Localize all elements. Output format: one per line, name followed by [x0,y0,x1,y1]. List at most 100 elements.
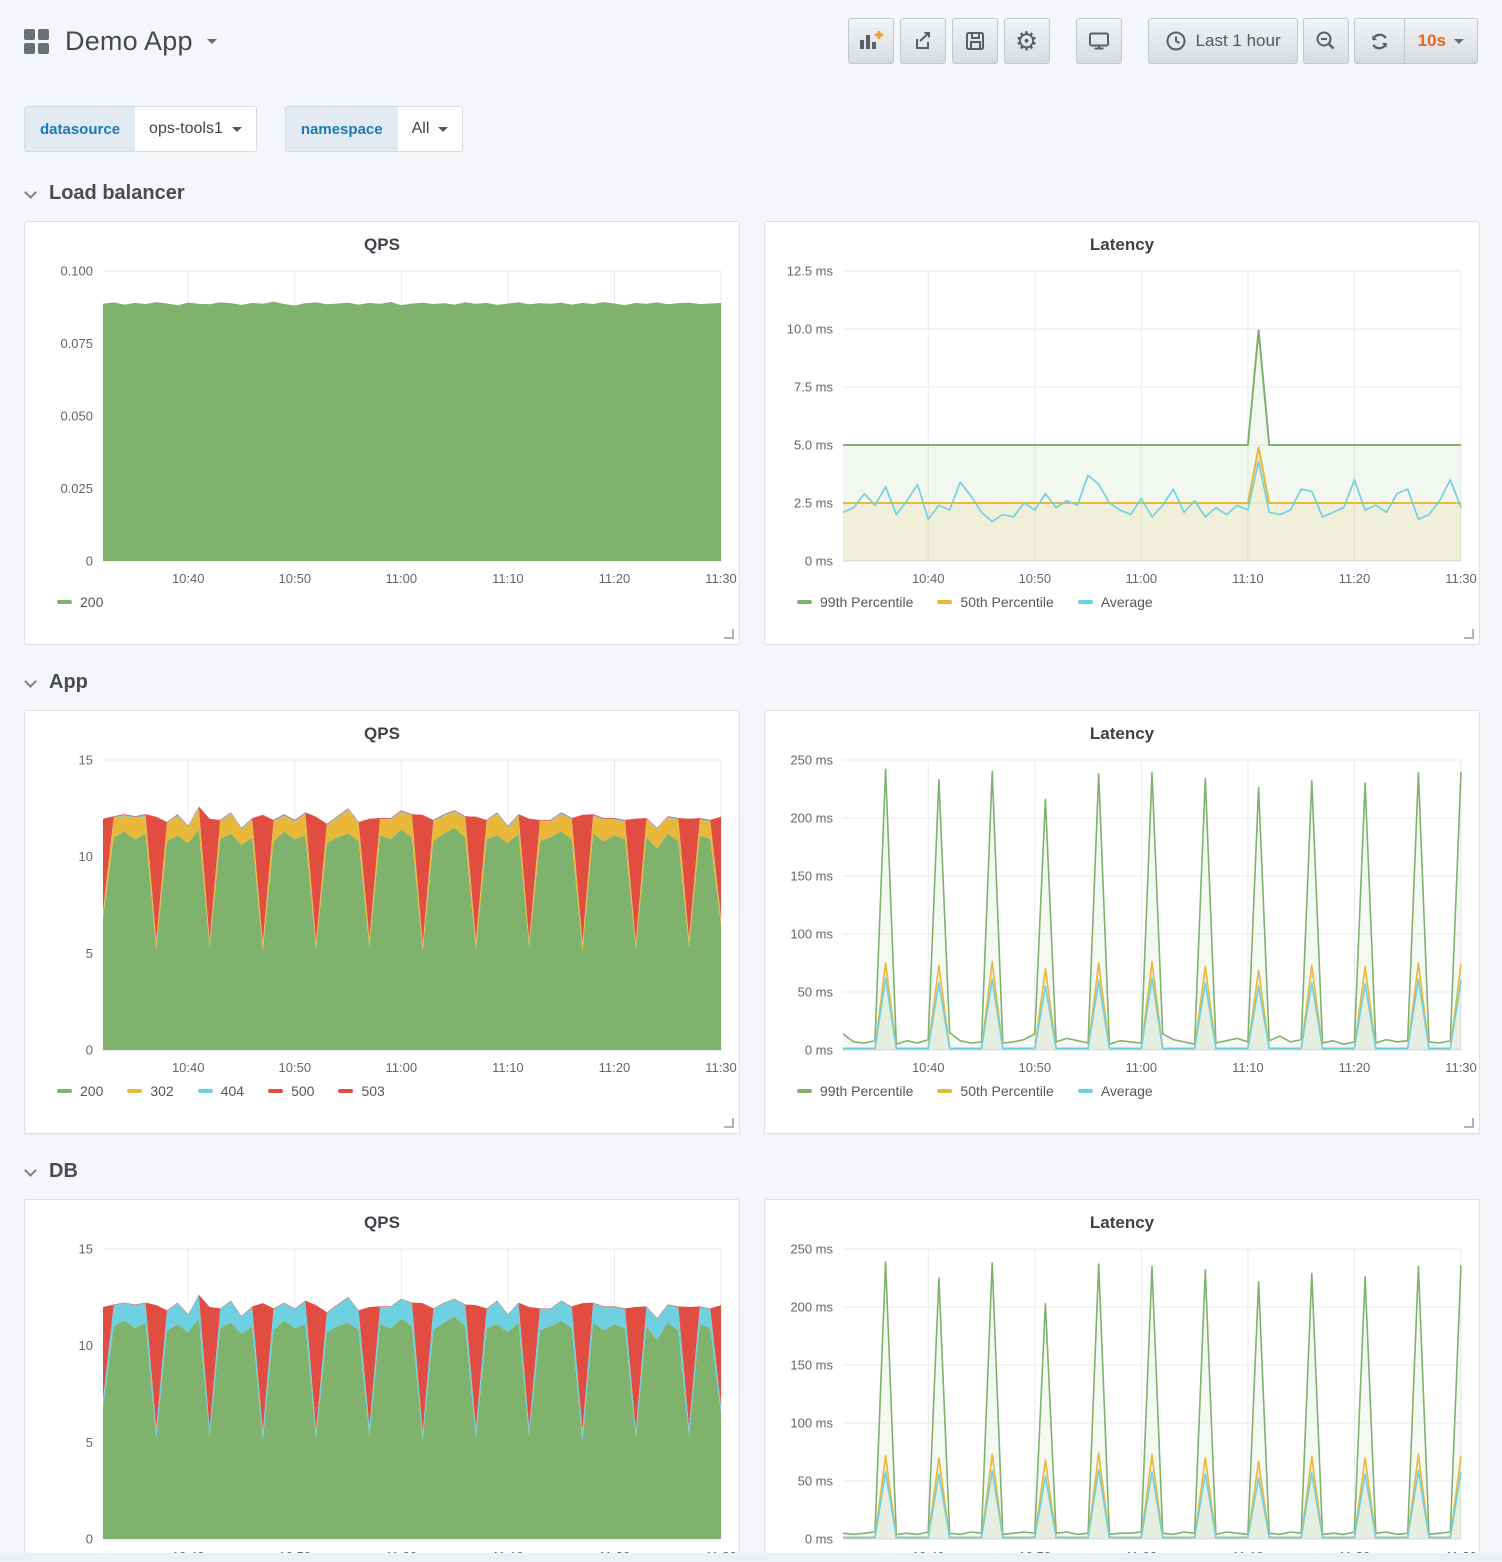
legend-item[interactable]: 200 [57,594,103,610]
panel-app-latency: Latency 0 ms 50 ms 100 ms 150 ms 200 ms 250 m… [764,710,1480,1134]
tv-mode-button[interactable] [1075,18,1122,64]
panel-title[interactable]: Latency [765,1200,1479,1237]
svg-text:11:30: 11:30 [705,1060,737,1075]
svg-text:5: 5 [86,1435,93,1450]
refresh-icon [1368,30,1391,53]
legend-item[interactable]: Average [1077,594,1153,610]
refresh-interval-dropdown[interactable]: 10s [1403,19,1477,63]
svg-text:50 ms: 50 ms [798,1474,834,1489]
svg-text:10:40: 10:40 [172,1060,205,1075]
bottom-strip [0,1553,1502,1562]
panel-resize-handle[interactable] [1464,1118,1474,1128]
app-qps-chart[interactable]: 0 5 10 15 10:40 10:50 11:00 11:10 11:20 11:30 [25,748,739,1080]
lb-latency-chart[interactable]: 0 ms 2.5 ms 5.0 ms 7.5 ms 10.0 ms 12.5 ms 10:4… [765,259,1479,591]
datasource-value-dropdown[interactable]: ops-tools1 [135,107,256,151]
legend-label: 503 [361,1083,385,1099]
namespace-variable: namespace All [284,106,464,152]
app-latency-chart[interactable]: 0 ms 50 ms 100 ms 150 ms 200 ms 250 ms 10:40 10… [765,748,1479,1080]
zoom-out-button[interactable] [1302,18,1349,64]
panel-resize-handle[interactable] [1464,629,1474,639]
svg-text:0: 0 [86,554,93,569]
lb-qps-chart[interactable]: 0 0.025 0.050 0.075 0.100 10:40 10:50 11:00 11:1… [25,259,739,591]
legend-item[interactable]: 302 [127,1083,174,1099]
svg-text:11:20: 11:20 [599,571,631,586]
row-header-load-balancer[interactable]: Load balancer [0,156,1502,221]
panel-title[interactable]: QPS [25,1200,739,1237]
panels-row-db: QPS 05101510:4010:5011:0011:1011:2011:30… [0,1199,1502,1562]
legend-item[interactable]: 99th Percentile [797,1083,913,1099]
panel-db-qps: QPS 05101510:4010:5011:0011:1011:2011:30 [24,1199,740,1562]
svg-text:11:00: 11:00 [1126,1060,1158,1075]
panel-resize-handle[interactable] [724,629,734,639]
time-range-label: Last 1 hour [1195,31,1281,50]
svg-text:2.5 ms: 2.5 ms [794,496,834,511]
dashboard-title-caret-icon[interactable] [206,38,217,44]
datasource-variable: datasource ops-tools1 [24,106,257,152]
svg-text:10:50: 10:50 [1019,1060,1052,1075]
panel-resize-handle[interactable] [724,1118,734,1128]
legend-swatch [937,1089,953,1093]
share-button[interactable] [899,18,946,64]
svg-text:5: 5 [86,946,93,961]
panel-title[interactable]: QPS [25,222,739,259]
navbar: Demo App ⚙ Last 1 hour 10s [0,0,1502,82]
svg-text:150 ms: 150 ms [790,1358,833,1373]
panel-lb-latency: Latency 0 ms 2.5 ms 5.0 ms 7.5 ms 10.0 ms 12.… [764,221,1480,645]
row-header-db[interactable]: DB [0,1134,1502,1199]
svg-text:11:10: 11:10 [1232,571,1264,586]
legend-label: 404 [220,1083,245,1099]
svg-text:7.5 ms: 7.5 ms [794,380,834,395]
dashboard-title[interactable]: Demo App [65,26,193,57]
add-panel-button[interactable] [847,18,894,64]
db-latency-chart[interactable]: 0 ms50 ms100 ms150 ms200 ms250 ms10:4010… [765,1237,1479,1562]
db-qps-chart[interactable]: 05101510:4010:5011:0011:1011:2011:30 [25,1237,739,1562]
dashboard-grid-icon[interactable] [24,28,49,54]
panel-title[interactable]: QPS [25,711,739,748]
save-button[interactable] [951,18,998,64]
row-header-app[interactable]: App [0,645,1502,710]
legend-label: 200 [80,594,104,610]
legend-label: 500 [291,1083,315,1099]
legend-label: 50th Percentile [960,1083,1054,1099]
svg-text:11:20: 11:20 [599,1060,631,1075]
svg-text:10:50: 10:50 [279,571,312,586]
panel-db-latency: Latency 0 ms 50 ms 100 ms 150 ms 200 ms 250 m… [764,1199,1480,1562]
svg-text:15: 15 [79,1242,93,1257]
legend: 200 [25,594,739,610]
legend-swatch [127,1089,143,1093]
template-variables: datasource ops-tools1 namespace All [0,82,1502,156]
legend-item[interactable]: Average [1077,1083,1153,1099]
legend-item[interactable]: 404 [197,1083,245,1099]
legend-item[interactable]: 50th Percentile [937,1083,1054,1099]
legend-swatch [797,1089,812,1093]
refresh-button[interactable] [1355,19,1404,63]
legend-item[interactable]: 99th Percentile [797,594,913,610]
legend-item[interactable]: 200 [57,1083,103,1099]
svg-text:10: 10 [79,849,93,864]
legend-label: 200 [80,1083,104,1099]
time-range-picker[interactable]: Last 1 hour [1147,18,1298,64]
svg-text:11:00: 11:00 [386,571,418,586]
legend-swatch [57,600,72,604]
legend-swatch [1077,600,1093,604]
legend-item[interactable]: 503 [338,1083,385,1099]
datasource-label: datasource [25,107,136,151]
svg-text:50 ms: 50 ms [798,985,834,1000]
settings-button[interactable]: ⚙ [1003,18,1050,64]
svg-text:200 ms: 200 ms [790,811,833,826]
panel-title[interactable]: Latency [765,711,1479,748]
namespace-value-dropdown[interactable]: All [397,107,463,151]
legend-item[interactable]: 50th Percentile [937,594,1054,610]
panel-title[interactable]: Latency [765,222,1479,259]
svg-text:150 ms: 150 ms [790,869,833,884]
gear-icon: ⚙ [1014,26,1039,56]
legend-item[interactable]: 500 [268,1083,314,1099]
refresh-caret-icon [1454,38,1464,44]
svg-text:0: 0 [86,1532,93,1547]
legend-label: Average [1100,594,1153,610]
svg-text:11:20: 11:20 [1339,571,1371,586]
svg-text:0 ms: 0 ms [805,1532,834,1547]
datasource-value: ops-tools1 [149,120,223,137]
refresh-button-group: 10s [1353,18,1478,64]
svg-text:10:40: 10:40 [912,571,945,586]
